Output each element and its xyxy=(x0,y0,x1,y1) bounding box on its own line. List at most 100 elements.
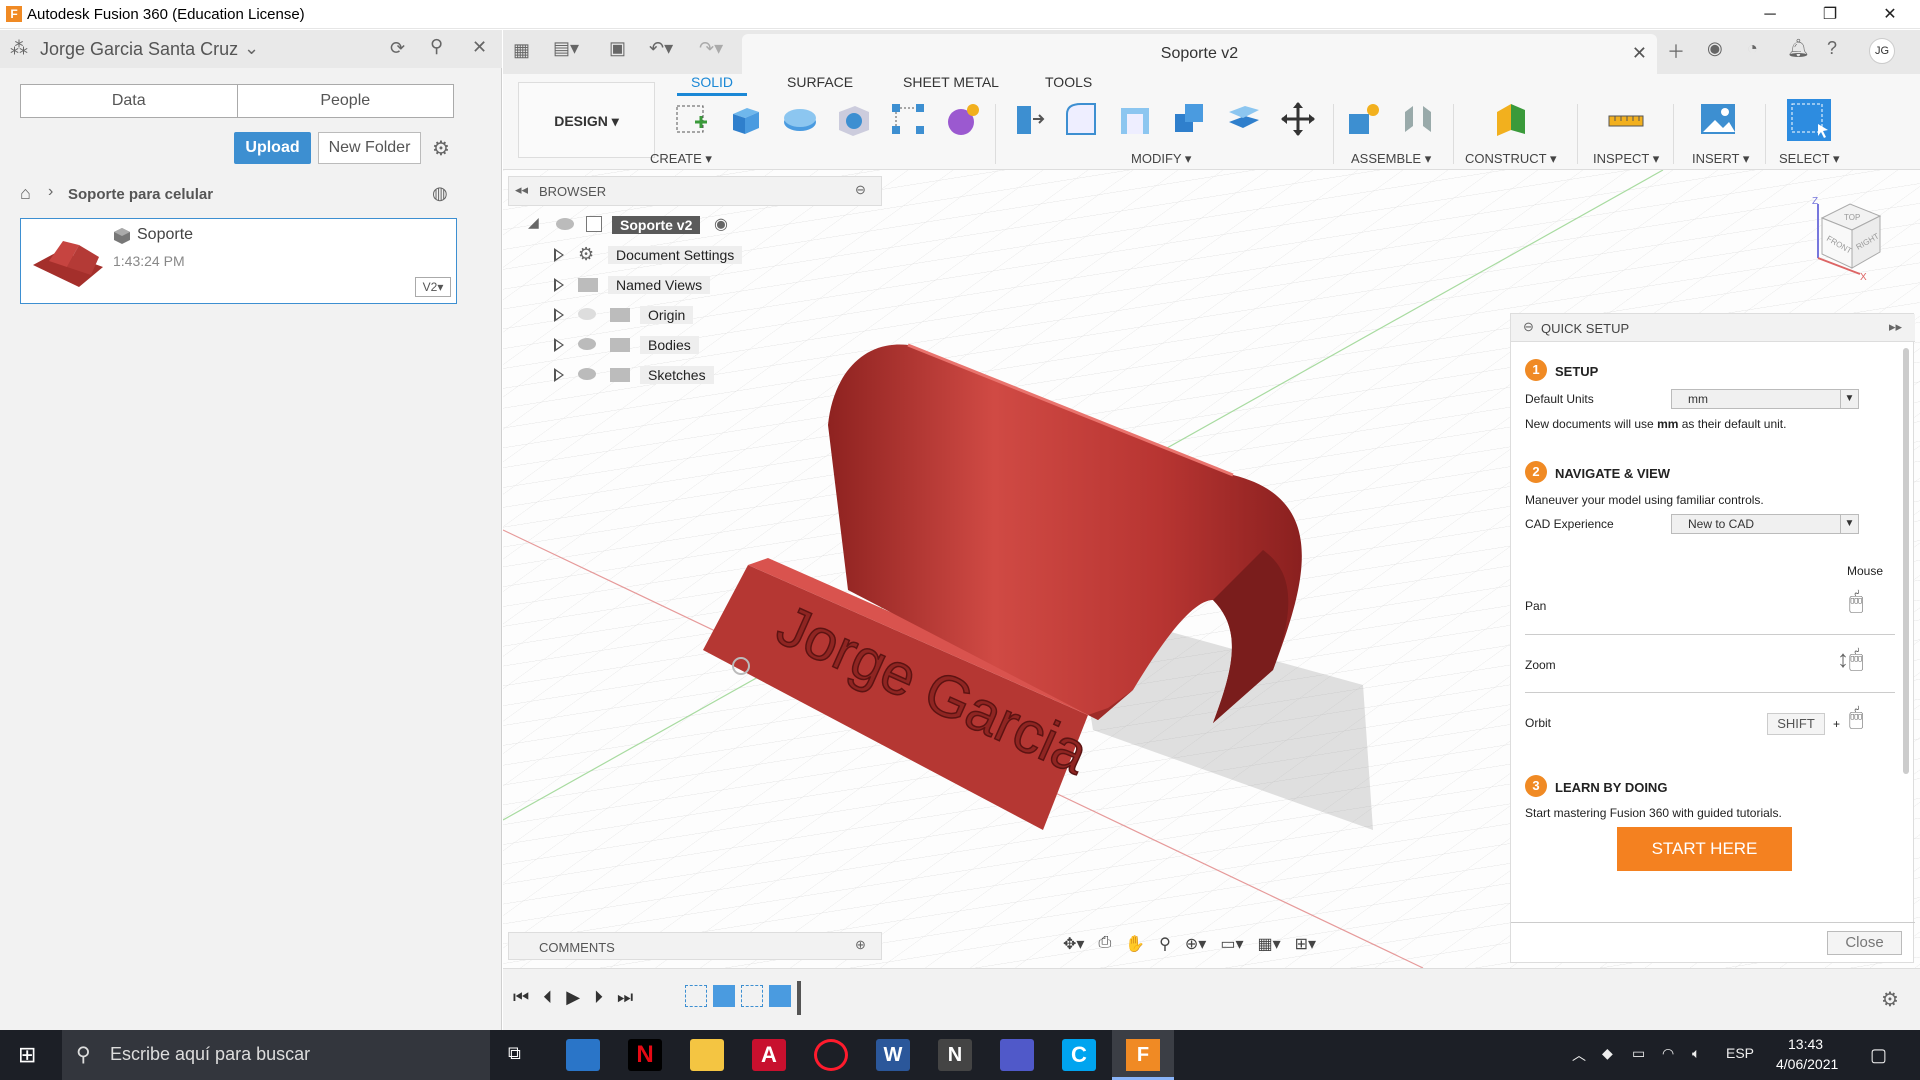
sketch-feature-icon[interactable] xyxy=(685,985,707,1007)
opera-browser-icon[interactable] xyxy=(814,1039,848,1071)
start-here-button[interactable]: START HERE xyxy=(1617,827,1792,871)
hidden-eye-icon[interactable] xyxy=(578,308,596,320)
go-to-end-icon[interactable]: ⏭ xyxy=(617,987,633,1008)
dropbox-icon[interactable]: ◆ xyxy=(1602,1045,1613,1062)
tab-data[interactable]: Data xyxy=(21,85,238,117)
offset-plane-icon[interactable] xyxy=(1493,100,1531,138)
activate-radio-icon[interactable]: ◉ xyxy=(714,214,728,234)
combine-icon[interactable] xyxy=(1171,100,1209,138)
version-dropdown[interactable]: V2▾ xyxy=(415,277,451,297)
minimize-button[interactable]: ─ xyxy=(1740,0,1800,29)
expand-triangle-icon[interactable] xyxy=(554,248,564,262)
collapse-browser-icon[interactable]: ◂◂ xyxy=(515,182,528,198)
fillet-icon[interactable] xyxy=(1063,100,1101,138)
redo-icon[interactable]: ↷▾ xyxy=(699,38,723,59)
step-back-icon[interactable]: ⏴ xyxy=(543,987,552,1008)
expand-triangle-icon[interactable] xyxy=(554,308,564,322)
extensions-icon[interactable]: ◉ xyxy=(1707,38,1723,59)
tab-surface[interactable]: SURFACE xyxy=(787,74,853,90)
inspect-menu[interactable]: INSPECT ▾ xyxy=(1593,151,1659,167)
upload-button[interactable]: Upload xyxy=(234,132,311,164)
teams-app-icon[interactable] xyxy=(1000,1039,1034,1071)
tab-solid[interactable]: SOLID xyxy=(677,74,748,96)
collapse-icon[interactable]: ⊖ xyxy=(1523,319,1534,335)
gear-icon[interactable]: ⚙ xyxy=(432,136,450,161)
new-tab-icon[interactable]: ＋ xyxy=(1667,38,1685,64)
tab-sheet-metal[interactable]: SHEET METAL xyxy=(903,74,999,90)
browser-panel-header[interactable]: ◂◂ BROWSER ⊖ xyxy=(508,176,882,206)
move-icon[interactable] xyxy=(1279,100,1317,138)
browser-options-icon[interactable]: ⊖ xyxy=(855,182,866,198)
save-icon[interactable]: ▣ xyxy=(609,38,626,59)
insert-image-icon[interactable] xyxy=(1699,100,1737,138)
file-card[interactable]: Soporte 1:43:24 PM V2▾ xyxy=(20,218,457,304)
add-comment-icon[interactable]: ⊕ xyxy=(855,937,866,953)
extrude-feature-icon[interactable] xyxy=(713,985,735,1007)
netflix-app-icon[interactable]: N xyxy=(628,1039,662,1071)
chevron-down-icon[interactable]: ⌄ xyxy=(244,38,259,59)
battery-icon[interactable]: ▭ xyxy=(1632,1045,1645,1062)
clock-date[interactable]: 4/06/2021 xyxy=(1776,1056,1838,1072)
press-pull-icon[interactable] xyxy=(1009,100,1047,138)
close-window-button[interactable]: ✕ xyxy=(1860,0,1920,29)
display-settings-icon[interactable]: ▭▾ xyxy=(1220,934,1243,960)
windows-start-icon[interactable]: ⊞ xyxy=(18,1042,36,1068)
quick-setup-header[interactable]: ⊖ QUICK SETUP ▸▸ xyxy=(1511,314,1915,342)
scrollbar[interactable] xyxy=(1903,348,1909,774)
tree-item-document-settings[interactable]: ⚙ Document Settings xyxy=(520,242,880,268)
sketch-feature-icon[interactable] xyxy=(741,985,763,1007)
c-app-icon[interactable]: C xyxy=(1062,1039,1096,1071)
play-icon[interactable]: ▶ xyxy=(566,987,580,1008)
restore-button[interactable]: ❐ xyxy=(1800,0,1860,29)
tree-item-origin[interactable]: Origin xyxy=(520,302,880,328)
close-tab-icon[interactable]: ✕ xyxy=(1632,43,1647,64)
extrude-feature-icon[interactable] xyxy=(769,985,791,1007)
timeline-settings-icon[interactable]: ⚙ xyxy=(1881,987,1899,1012)
mail-app-icon[interactable] xyxy=(566,1039,600,1071)
new-component-icon[interactable] xyxy=(1345,100,1383,138)
eye-icon[interactable] xyxy=(556,218,574,230)
taskbar-search[interactable]: ⚲ Escribe aquí para buscar xyxy=(62,1030,490,1080)
volume-icon[interactable]: 🔈︎ xyxy=(1692,1045,1700,1062)
timeline-marker[interactable] xyxy=(797,981,801,1015)
notifications-icon[interactable]: 🔔︎ xyxy=(1787,38,1810,59)
file-menu-icon[interactable]: ▤▾ xyxy=(553,38,579,59)
zoom-icon[interactable]: ⚲ xyxy=(1159,934,1171,960)
user-avatar[interactable]: JG xyxy=(1869,38,1895,64)
search-icon[interactable]: ⚲ xyxy=(430,36,443,57)
refresh-icon[interactable]: ⟳ xyxy=(390,38,405,59)
task-view-icon[interactable]: ⧉ xyxy=(508,1043,521,1064)
help-icon[interactable]: ? xyxy=(1827,38,1837,59)
close-panel-icon[interactable]: ✕ xyxy=(472,37,487,58)
extrude-icon[interactable] xyxy=(727,100,765,138)
create-sketch-icon[interactable] xyxy=(673,100,711,138)
breadcrumb[interactable]: Soporte para celular xyxy=(68,186,213,203)
revolve-icon[interactable] xyxy=(781,100,819,138)
measure-icon[interactable] xyxy=(1607,100,1645,138)
tab-tools[interactable]: TOOLS xyxy=(1045,74,1092,90)
tree-item-bodies[interactable]: Bodies xyxy=(520,332,880,358)
hole-icon[interactable] xyxy=(835,100,873,138)
language-indicator[interactable]: ESP xyxy=(1726,1045,1754,1061)
user-name[interactable]: Jorge Garcia Santa Cruz xyxy=(40,39,238,60)
modify-menu[interactable]: MODIFY ▾ xyxy=(1131,151,1191,167)
create-menu[interactable]: CREATE ▾ xyxy=(650,151,712,167)
file-explorer-icon[interactable] xyxy=(690,1039,724,1071)
create-form-icon[interactable] xyxy=(943,100,981,138)
undo-icon[interactable]: ↶▾ xyxy=(649,38,673,59)
eye-icon[interactable] xyxy=(578,338,596,350)
job-status-icon[interactable]: ◔ xyxy=(1747,38,1758,59)
assemble-menu[interactable]: ASSEMBLE ▾ xyxy=(1351,151,1431,167)
grid-settings-icon[interactable]: ▦▾ xyxy=(1257,934,1280,960)
joint-icon[interactable] xyxy=(1399,100,1437,138)
expand-triangle-icon[interactable] xyxy=(554,368,564,382)
shell-icon[interactable] xyxy=(1117,100,1155,138)
expand-triangle-icon[interactable] xyxy=(554,338,564,352)
insert-menu[interactable]: INSERT ▾ xyxy=(1692,151,1749,167)
home-icon[interactable]: ⌂ xyxy=(20,183,31,204)
tree-item-sketches[interactable]: Sketches xyxy=(520,362,880,388)
default-units-select[interactable]: mm ▼ xyxy=(1671,389,1859,409)
select-icon[interactable] xyxy=(1786,98,1832,142)
orbit-icon[interactable]: ✥▾ xyxy=(1063,934,1084,960)
fit-icon[interactable]: ⊕▾ xyxy=(1185,934,1206,960)
